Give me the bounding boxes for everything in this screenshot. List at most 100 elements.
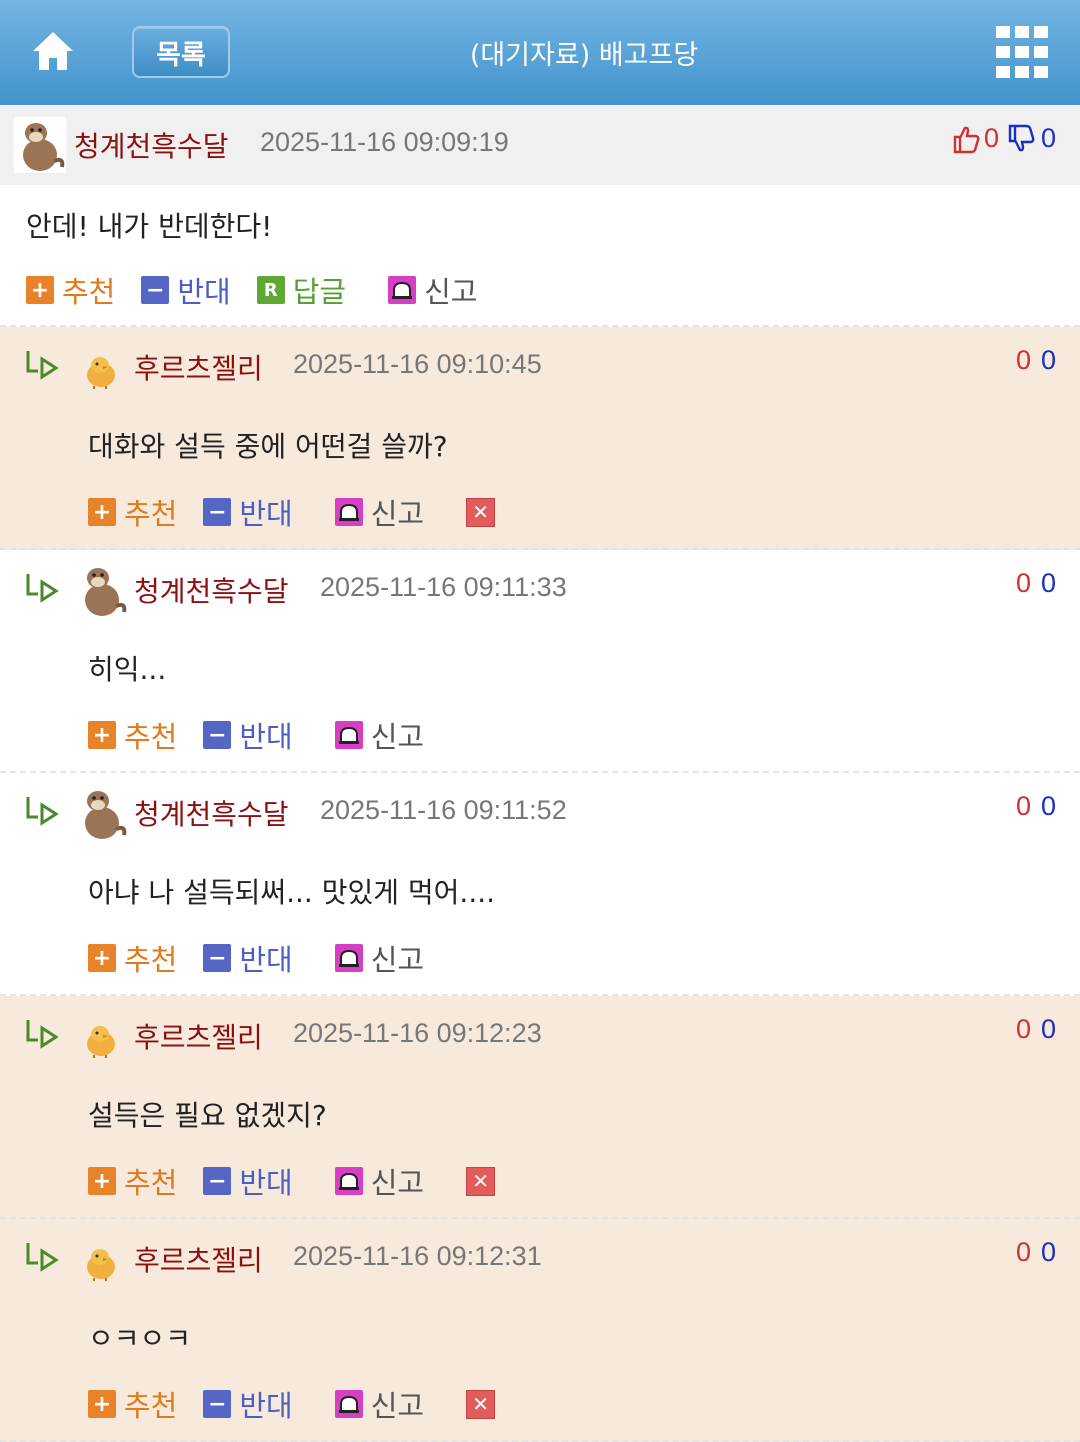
comment-content: ㅇㅋㅇㅋ bbox=[88, 1322, 192, 1355]
up-count: 0 bbox=[1015, 1237, 1031, 1267]
recommend-button[interactable]: + 추천 bbox=[88, 714, 177, 756]
recommend-button[interactable]: + 추천 bbox=[88, 491, 177, 533]
delete-button[interactable]: ✕ bbox=[466, 497, 496, 527]
comment-content: 설득은 필요 없겠지? bbox=[88, 1099, 327, 1132]
recommend-label: 추천 bbox=[124, 497, 178, 531]
comment-time: 2025-11-16 09:11:33 bbox=[320, 572, 567, 602]
down-count: 0 bbox=[1040, 123, 1056, 153]
siren-icon bbox=[388, 276, 417, 304]
down-count: 0 bbox=[1040, 568, 1056, 598]
report-label: 신고 bbox=[370, 720, 425, 754]
avatar bbox=[85, 568, 127, 616]
oppose-button[interactable]: − 반대 bbox=[203, 491, 293, 533]
comment-votes: 00 bbox=[1016, 1237, 1056, 1268]
comment-actions: + 추천 − 반대 신고 ✕ bbox=[88, 1164, 496, 1200]
comment-actions: + 추천 − 반대 신고 ✕ bbox=[88, 1387, 496, 1423]
recommend-button[interactable]: + 추천 bbox=[88, 1160, 177, 1202]
recommend-label: 추천 bbox=[124, 943, 178, 977]
oppose-button[interactable]: − 반대 bbox=[203, 1383, 293, 1425]
report-button[interactable]: 신고 bbox=[334, 714, 425, 756]
comment-votes: 00 bbox=[1016, 1014, 1056, 1045]
comment-content: 아냐 나 설득되써... 맛있게 먹어.... bbox=[88, 876, 496, 909]
siren-icon bbox=[334, 1390, 363, 1418]
report-button[interactable]: 신고 bbox=[334, 1383, 424, 1425]
reply-label: 답글 bbox=[292, 275, 347, 309]
up-count: 0 bbox=[1015, 1014, 1031, 1044]
oppose-label: 반대 bbox=[177, 275, 231, 309]
comment-votes: 00 bbox=[1016, 791, 1056, 822]
recommend-button[interactable]: + 추천 bbox=[26, 269, 115, 311]
oppose-label: 반대 bbox=[239, 1389, 293, 1423]
author-name[interactable]: 후르츠젤리 bbox=[134, 347, 263, 387]
comment-item: 청계천흑수달 2025-11-16 09:11:52 00 아냐 나 설득되써.… bbox=[0, 773, 1080, 996]
plus-icon: + bbox=[88, 498, 116, 526]
comment-content: 히익... bbox=[88, 653, 167, 686]
reply-icon: R bbox=[256, 276, 285, 304]
up-count: 0 bbox=[1015, 791, 1031, 821]
delete-button[interactable]: ✕ bbox=[466, 1166, 496, 1196]
minus-icon: − bbox=[203, 721, 232, 749]
plus-icon: + bbox=[88, 1167, 116, 1195]
reply-arrow-icon bbox=[26, 797, 59, 826]
comment-votes: 00 bbox=[1016, 345, 1056, 376]
oppose-button[interactable]: − 반대 bbox=[203, 937, 293, 979]
reply-arrow-icon bbox=[26, 574, 59, 603]
home-icon[interactable] bbox=[30, 28, 76, 74]
down-count: 0 bbox=[1040, 345, 1056, 375]
down-count: 0 bbox=[1040, 1237, 1056, 1267]
reply-arrow-icon bbox=[26, 351, 59, 380]
siren-icon bbox=[334, 498, 363, 526]
post-actions: + 추천 − 반대 R 답글 신고 bbox=[26, 273, 504, 309]
oppose-label: 반대 bbox=[239, 1166, 293, 1200]
comment-time: 2025-11-16 09:11:52 bbox=[320, 795, 567, 825]
recommend-button[interactable]: + 추천 bbox=[88, 1383, 177, 1425]
list-button[interactable]: 목록 bbox=[132, 26, 230, 78]
minus-icon: − bbox=[203, 1390, 232, 1418]
siren-icon bbox=[334, 721, 363, 749]
oppose-button[interactable]: − 반대 bbox=[203, 714, 293, 756]
reply-button[interactable]: R 답글 bbox=[256, 269, 347, 311]
report-label: 신고 bbox=[370, 497, 425, 531]
comment-actions: + 추천 − 반대 신고 bbox=[88, 718, 466, 754]
minus-icon: − bbox=[203, 498, 232, 526]
comment-time: 2025-11-16 09:12:23 bbox=[293, 1018, 542, 1048]
grid-menu-icon[interactable] bbox=[996, 26, 1048, 78]
author-name[interactable]: 청계천흑수달 bbox=[134, 793, 289, 833]
recommend-button[interactable]: + 추천 bbox=[88, 937, 177, 979]
avatar bbox=[87, 357, 115, 389]
plus-icon: + bbox=[88, 1390, 116, 1418]
oppose-button[interactable]: − 반대 bbox=[141, 269, 231, 311]
up-count: 0 bbox=[1015, 345, 1031, 375]
plus-icon: + bbox=[88, 944, 116, 972]
report-label: 신고 bbox=[370, 1166, 425, 1200]
comment-item: 청계천흑수달 2025-11-16 09:11:33 00 히익... + 추천 … bbox=[0, 550, 1080, 773]
post-content: 안데! 내가 반데한다! bbox=[26, 210, 273, 243]
author-name[interactable]: 청계천흑수달 bbox=[74, 125, 229, 165]
report-button[interactable]: 신고 bbox=[334, 937, 424, 979]
report-button[interactable]: 신고 bbox=[388, 269, 478, 311]
thumbs-up-icon[interactable] bbox=[952, 124, 980, 154]
comment-actions: + 추천 − 반대 신고 ✕ bbox=[88, 495, 496, 531]
avatar bbox=[87, 1249, 115, 1281]
thumbs-down-icon[interactable] bbox=[1007, 124, 1035, 154]
comment-content: 대화와 설득 중에 어떤걸 쓸까? bbox=[88, 430, 448, 463]
report-button[interactable]: 신고 bbox=[334, 491, 425, 533]
oppose-button[interactable]: − 반대 bbox=[203, 1160, 293, 1202]
recommend-label: 추천 bbox=[62, 275, 116, 309]
comment-votes: 00 bbox=[1016, 568, 1056, 599]
comment-item: 후르츠젤리 2025-11-16 09:12:23 00 설득은 필요 없겠지?… bbox=[0, 996, 1080, 1219]
comment-time: 2025-11-16 09:10:45 bbox=[293, 349, 542, 379]
comment-item: 후르츠젤리 2025-11-16 09:10:45 00 대화와 설득 중에 어… bbox=[0, 327, 1080, 550]
author-name[interactable]: 후르츠젤리 bbox=[134, 1239, 263, 1279]
up-count: 0 bbox=[1015, 568, 1031, 598]
top-bar: 목록 (대기자료) 배고프당 bbox=[0, 0, 1080, 105]
delete-button[interactable]: ✕ bbox=[466, 1389, 496, 1419]
down-count: 0 bbox=[1040, 791, 1056, 821]
avatar bbox=[85, 791, 127, 839]
report-button[interactable]: 신고 bbox=[334, 1160, 425, 1202]
report-label: 신고 bbox=[424, 275, 478, 309]
author-name[interactable]: 후르츠젤리 bbox=[134, 1016, 263, 1056]
author-name[interactable]: 청계천흑수달 bbox=[134, 570, 289, 610]
comment-item: 후르츠젤리 2025-11-16 09:12:31 00 ㅇㅋㅇㅋ + 추천 − 반… bbox=[0, 1219, 1080, 1442]
reply-arrow-icon bbox=[26, 1020, 59, 1049]
